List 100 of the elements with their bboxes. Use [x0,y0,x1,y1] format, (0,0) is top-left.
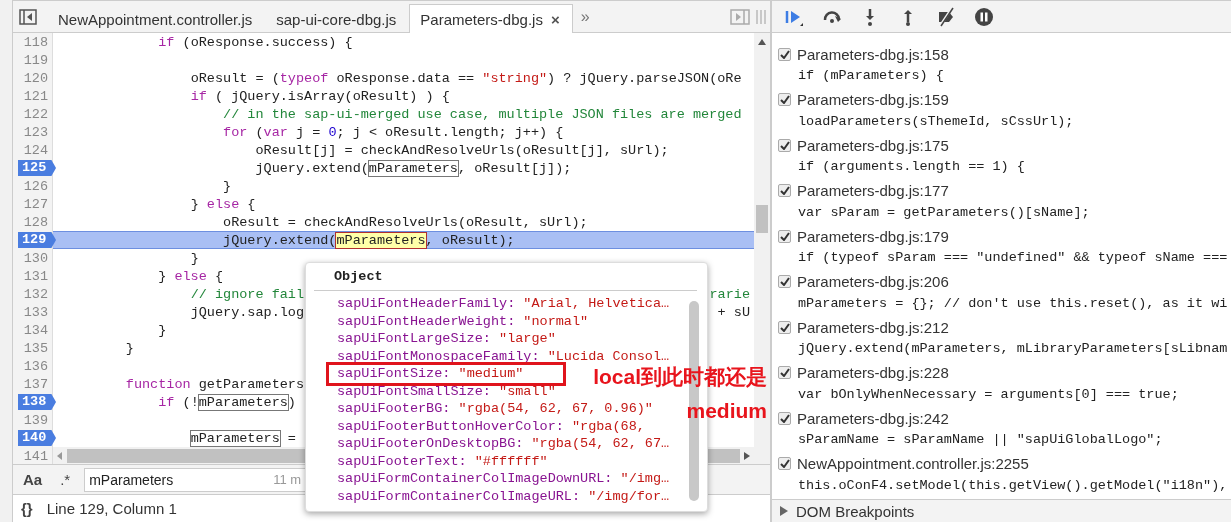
pause-icon[interactable] [974,6,994,27]
file-tab[interactable]: NewAppointment.controller.js [47,4,266,33]
line-number: 121 [23,88,48,104]
property-row: sapUiFooterOnDesktopBG: "rgba(54, 62, 67… [337,435,670,453]
code-line: // ignore fail [189,286,305,302]
code-line: oResult = checkAndResolveUrls(oResult, sUrl); [222,214,588,230]
line-number: 139 [23,412,48,428]
breakpoint-code: loadParameters(sThemeId, sCssUrl); [797,112,1075,131]
checkbox[interactable] [778,366,791,379]
code-line: jQuery.sap.log [189,304,305,320]
regex-toggle[interactable]: .* [56,471,75,488]
line-number: 132 [23,286,48,302]
line-number: 127 [23,196,48,212]
line-number: 123 [23,124,48,140]
property-row: sapUiFontSmallSize: "small" [337,382,556,400]
breakpoint-location[interactable]: Parameters-dbg.js:158 [797,45,949,63]
property-row: sapUiFormContainerColImageDownURL: "/img… [337,470,670,488]
match-case-toggle[interactable]: Aa [19,471,47,488]
line-number: 134 [23,322,48,338]
file-tab[interactable]: Parameters-dbg.js × [409,4,573,33]
checkbox[interactable] [778,275,791,288]
breakpoint-location[interactable]: Parameters-dbg.js:228 [797,364,949,381]
breakpoint-code: if (arguments.length == 1) { [797,158,1026,176]
property-row: sapUiFooterButtonHoverColor: "rgba(68, [337,417,645,435]
code-line: + sU [717,304,750,320]
line-number: 119 [23,52,48,68]
expand-icon[interactable] [780,506,788,516]
breakpoint-code: var sParam = getParameters()[sName]; [797,203,1091,222]
breakpoint-marker[interactable]: 125 [18,160,56,176]
code-line: } else { [157,268,224,284]
line-number: 118 [23,34,48,50]
line-number: 133 [23,304,48,320]
code-line: if (oResponse.success) { [157,34,353,50]
annotation-text: local到此时都还是 [593,364,767,390]
pretty-print-button[interactable]: {} [21,500,33,517]
checkbox[interactable] [778,457,791,470]
property-row: sapUiFontMonospaceFamily: "Lucida Consol… [337,347,670,365]
panel-toggle-icon[interactable] [730,9,750,25]
checkbox[interactable] [778,184,791,197]
line-number: 136 [23,358,48,374]
code-line: } [222,178,232,194]
code-line: oResult[j] = checkAndResolveUrls(oResult[j], sUrl); [254,142,669,158]
property-row: sapUiFontLargeSize: "large" [337,330,556,348]
line-number: 126 [23,178,48,194]
checkbox[interactable] [778,138,791,152]
search-field[interactable]: mParameters 11 m [84,467,307,492]
line-number: 131 [23,268,48,284]
code-line: for (var j = 0; j < oResult.length; j++) { [222,124,564,140]
more-tabs-button[interactable]: » [572,8,598,32]
code-line: oResult = (typeof oResponse.data == "string") ? jQuery.parseJSON(oRe [189,70,742,86]
breakpoint-code: if (mParameters) { [797,67,945,85]
breakpoint-marker[interactable]: 140 [18,430,56,446]
breakpoint-location[interactable]: Parameters-dbg.js:206 [797,273,949,290]
breakpoint-location[interactable]: Parameters-dbg.js:175 [797,136,949,154]
checkbox[interactable] [778,411,791,425]
breakpoint-location[interactable]: Parameters-dbg.js:212 [797,318,949,336]
close-icon[interactable]: × [550,10,560,28]
popover-title: Object [314,267,697,291]
code-line: if ( jQuery.isArray(oResult) ) { [189,88,450,104]
cursor-position: Line 129, Column 1 [46,500,177,517]
code-line: } else { [189,196,256,212]
file-tab[interactable]: sap-ui-core-dbg.js [265,4,410,33]
line-number: 120 [23,70,48,86]
property-row: sapUiFooterText: "#ffffff" [337,452,548,470]
line-number: 141 [23,448,48,464]
property-row: sapUiFormContainerColImageURL: "/img/for… [337,487,670,505]
scroll-up-icon[interactable] [758,39,766,45]
scrollbar-thumb[interactable] [756,205,768,233]
sidebar-toggle-icon[interactable] [19,9,37,25]
breakpoint-code: mParameters = {}; // don't use this.reset(), as it wi [797,294,1229,313]
line-number: 124 [23,142,48,158]
code-line: rarie [709,286,750,302]
line-number: 128 [23,214,48,230]
code-line: } [124,340,134,356]
breakpoint-code: sParamName = sParamName || "sapUiGlobalLogo"; [797,431,1164,449]
property-row: sapUiFontHeaderFamily: "Arial, Helvetica… [337,295,670,313]
section-header[interactable]: DOM Breakpoints [772,499,1231,522]
breakpoint-location[interactable]: Parameters-dbg.js:177 [797,182,949,199]
breakpoint-code: this.oConF4.setModel(this.getView().getModel("i18n"), [797,476,1229,495]
checkbox[interactable] [778,93,791,106]
property-row: sapUiFooterBG: "rgba(54, 62, 67, 0.96)" [337,400,653,418]
code-line: // in the sap-ui-merged use case, multiple JSON files are merged [222,106,742,122]
drag-handle-icon[interactable] [756,10,766,24]
line-number: 122 [23,106,48,122]
line-number: 137 [23,376,48,392]
checkbox[interactable] [778,47,791,61]
annotation-text: medium [686,398,767,424]
breakpoint-code: var bOnlyWhenNecessary = arguments[0] === true; [797,385,1180,404]
breakpoint-code: jQuery.extend(mParameters, mLibraryParameters[sLibnam [797,340,1229,358]
checkbox[interactable] [778,229,791,243]
breakpoint-marker[interactable]: 138 [18,394,56,410]
line-number: 130 [23,250,48,266]
breakpoint-location[interactable]: NewAppointment.controller.js:2255 [797,455,1029,472]
breakpoint-marker[interactable]: 129 [18,232,56,248]
breakpoint-location[interactable]: Parameters-dbg.js:242 [797,409,949,427]
breakpoint-location[interactable]: Parameters-dbg.js:159 [797,91,949,108]
checkbox[interactable] [778,320,791,334]
breakpoint-location[interactable]: Parameters-dbg.js:179 [797,227,949,245]
deactivate-breakpoints-icon[interactable] [936,6,956,27]
scroll-right-icon[interactable] [744,452,750,460]
